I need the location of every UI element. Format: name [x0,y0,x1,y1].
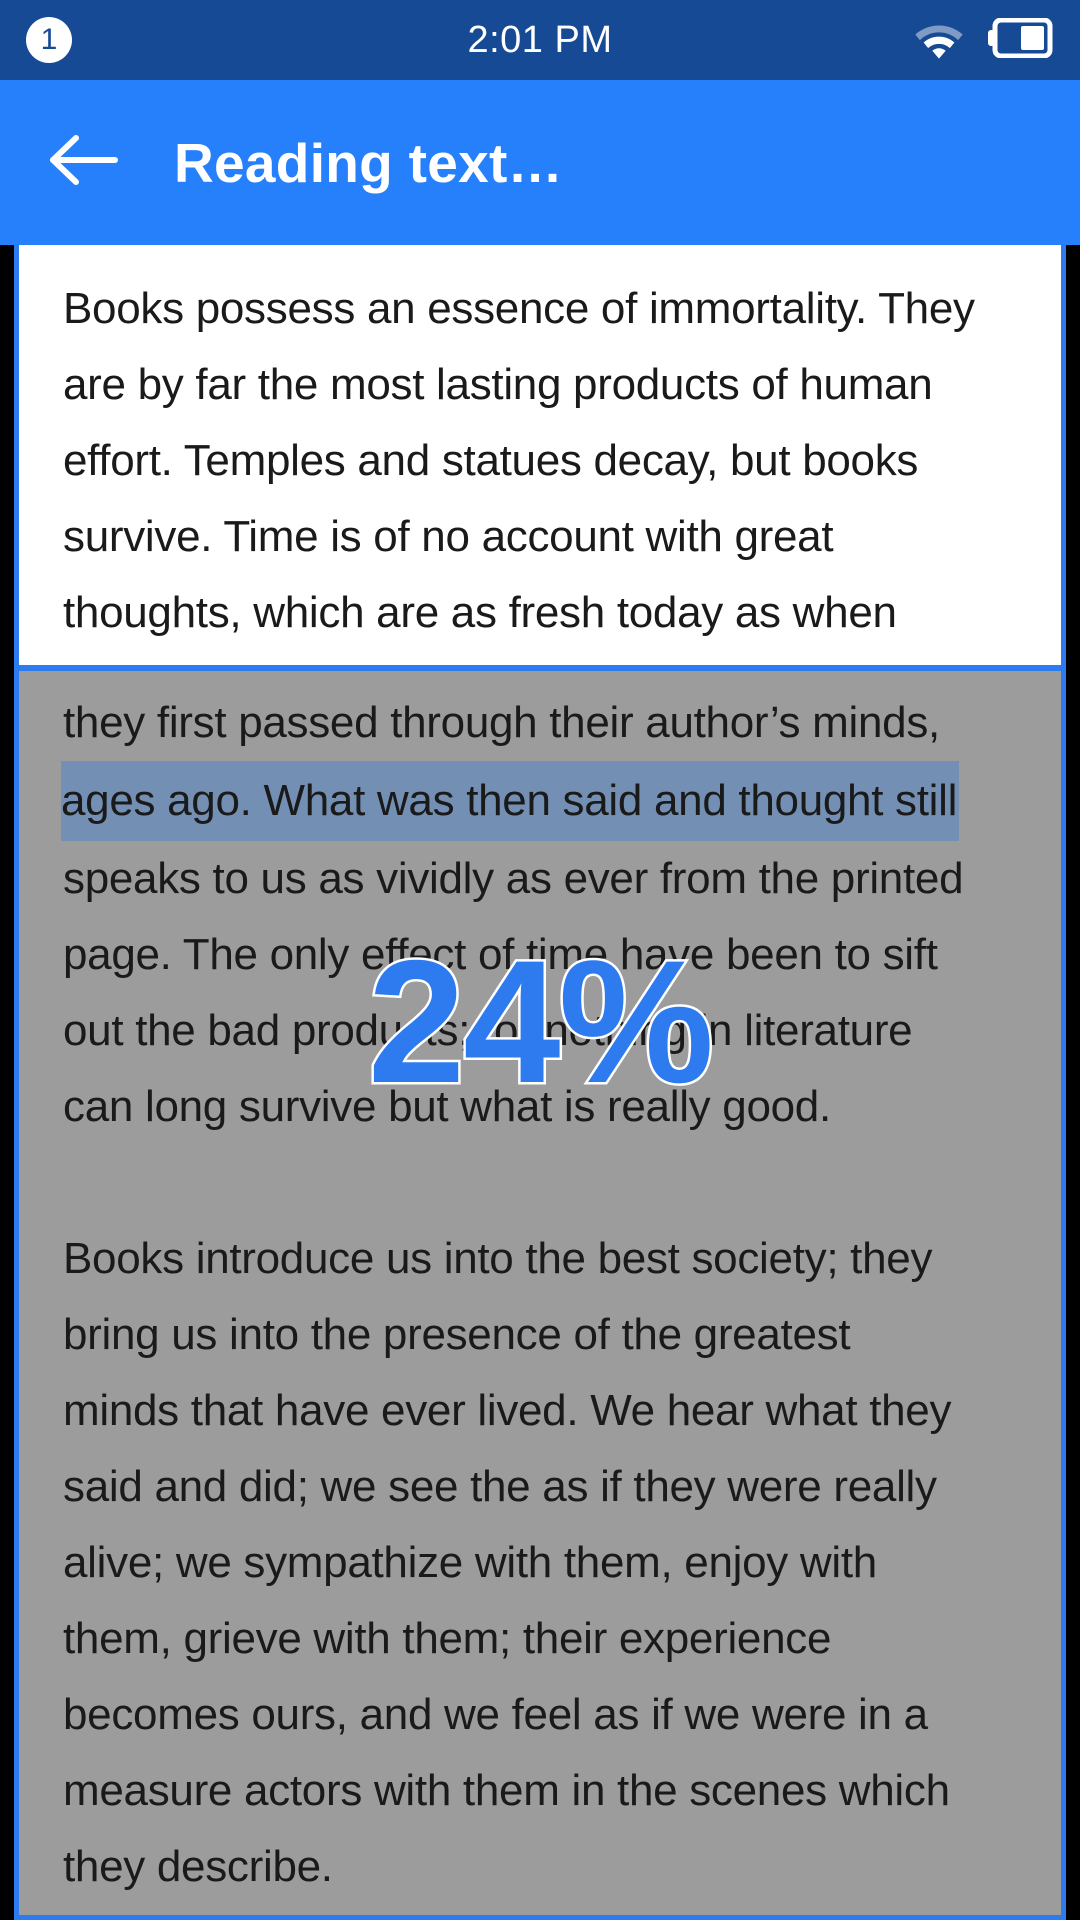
unread-line: speaks to us as vividly as ever from the… [63,854,964,903]
unread-line: can long survive but what is really good… [63,1082,831,1131]
read-line: effort. Temples and statues decay, but b… [63,436,919,485]
unread-line: page. The only effect of time have been … [63,930,938,979]
unread-line: alive; we sympathize with them, enjoy wi… [63,1538,877,1587]
reader-container[interactable]: Books possess an essence of immortality.… [0,245,1080,1920]
read-line: thoughts, which are as fresh today as wh… [63,588,897,637]
back-button[interactable] [44,124,122,202]
read-line: are by far the most lasting products of … [63,360,933,409]
status-bar: 1 2:01 PM [0,0,1080,80]
unread-text-region: they first passed through their author’s… [19,671,1061,1915]
unread-line: out the bad products; for nothing in lit… [63,1006,913,1055]
read-text-region: Books possess an essence of immortality.… [19,245,1061,671]
unread-line: minds that have ever lived. We hear what… [63,1386,952,1435]
unread-line: them, grieve with them; their experience [63,1614,832,1663]
highlighted-sentence: ages ago. What was then said and thought… [61,761,960,841]
unread-line: they first passed through their author’s… [63,698,940,747]
unread-line-wrap: ages ago. What was then said and thought… [61,761,1017,841]
page-title: Reading text… [174,131,563,194]
unread-line: measure actors with them in the scenes w… [63,1766,950,1815]
unread-line: they describe. [63,1842,333,1891]
status-bar-left: 1 [26,17,72,63]
notification-count-badge: 1 [26,17,72,63]
back-arrow-icon [46,132,120,193]
unread-line: becomes ours, and we feel as if we were … [63,1690,928,1739]
wifi-icon [912,17,966,64]
battery-icon [988,17,1054,63]
status-bar-right [912,17,1054,64]
reader-frame: Books possess an essence of immortality.… [14,245,1066,1920]
app-bar: Reading text… [0,80,1080,245]
unread-line: said and did; we see the as if they were… [63,1462,937,1511]
status-bar-clock: 2:01 PM [467,18,613,61]
phone-screen: 1 2:01 PM Reading text… Books possess an… [0,0,1080,1920]
unread-line: bring us into the presence of the greate… [63,1310,851,1359]
read-line: Books possess an essence of immortality.… [63,284,975,333]
unread-line: Books introduce us into the best society… [63,1234,933,1283]
read-line: survive. Time is of no account with grea… [63,512,834,561]
